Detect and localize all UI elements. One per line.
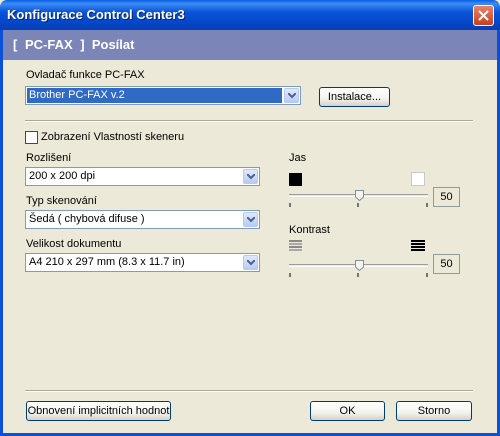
section-header-text: [ PC-FAX ] Posílat — [13, 37, 134, 52]
section-header: [ PC-FAX ] Posílat — [3, 30, 497, 60]
close-icon — [478, 10, 489, 21]
driver-dropdown-button[interactable] — [284, 88, 299, 103]
doc-size-label: Velikost dokumentu — [26, 238, 122, 250]
scanner-props-checkbox[interactable] — [25, 131, 38, 144]
close-button[interactable] — [473, 5, 494, 26]
resolution-dropdown-button[interactable] — [243, 169, 258, 184]
contrast-slider-thumb[interactable] — [354, 260, 364, 271]
dropdown-arrow-icon — [247, 174, 255, 180]
contrast-slider-ticks — [289, 273, 428, 277]
light-square-icon — [411, 172, 425, 186]
dropdown-arrow-icon — [247, 217, 255, 223]
install-button[interactable]: Instalace... — [319, 87, 390, 107]
header-section: PC-FAX — [24, 37, 73, 52]
driver-select[interactable]: Brother PC-FAX v.2 — [25, 86, 301, 105]
brightness-slider-thumb[interactable] — [354, 190, 364, 201]
divider-bottom — [25, 390, 473, 392]
title-bar: Konfigurace Control Center3 — [0, 0, 500, 30]
header-close-bracket: ] — [80, 37, 85, 52]
scan-type-label: Typ skenování — [26, 195, 97, 207]
dark-square-icon — [289, 173, 302, 186]
scan-type-dropdown-button[interactable] — [243, 212, 258, 227]
doc-size-select[interactable]: A4 210 x 297 mm (8.3 x 11.7 in) — [25, 253, 260, 272]
brightness-label: Jas — [289, 152, 307, 164]
divider-top — [25, 120, 473, 122]
scan-type-select[interactable]: Šedá ( chybová difuse ) — [25, 210, 260, 229]
resolution-select[interactable]: 200 x 200 dpi — [25, 167, 260, 186]
window-frame-left — [0, 30, 3, 436]
resolution-select-value: 200 x 200 dpi — [29, 170, 96, 182]
scan-type-select-value: Šedá ( chybová difuse ) — [29, 213, 145, 225]
low-contrast-icon — [289, 240, 302, 251]
dropdown-arrow-icon — [247, 260, 255, 266]
resolution-label: Rozlišení — [26, 152, 72, 164]
contrast-label: Kontrast — [289, 224, 330, 236]
doc-size-select-value: A4 210 x 297 mm (8.3 x 11.7 in) — [29, 256, 185, 268]
high-contrast-icon — [411, 240, 425, 251]
window-title: Konfigurace Control Center3 — [7, 7, 185, 22]
brightness-value[interactable]: 50 — [433, 187, 460, 207]
driver-select-value: Brother PC-FAX v.2 — [27, 88, 282, 103]
contrast-value[interactable]: 50 — [433, 254, 460, 274]
cancel-button[interactable]: Storno — [396, 401, 472, 421]
doc-size-dropdown-button[interactable] — [243, 255, 258, 270]
restore-defaults-button[interactable]: Obnovení implicitních hodnot — [26, 401, 171, 421]
brightness-slider-ticks — [289, 203, 428, 207]
header-subsection: Posílat — [91, 37, 135, 52]
header-open-bracket: [ — [13, 37, 18, 52]
ok-button[interactable]: OK — [310, 401, 385, 421]
dropdown-arrow-icon — [288, 93, 296, 99]
scanner-props-label: Zobrazení Vlastností skeneru — [41, 131, 185, 143]
driver-label: Ovladač funkce PC-FAX — [26, 69, 145, 81]
